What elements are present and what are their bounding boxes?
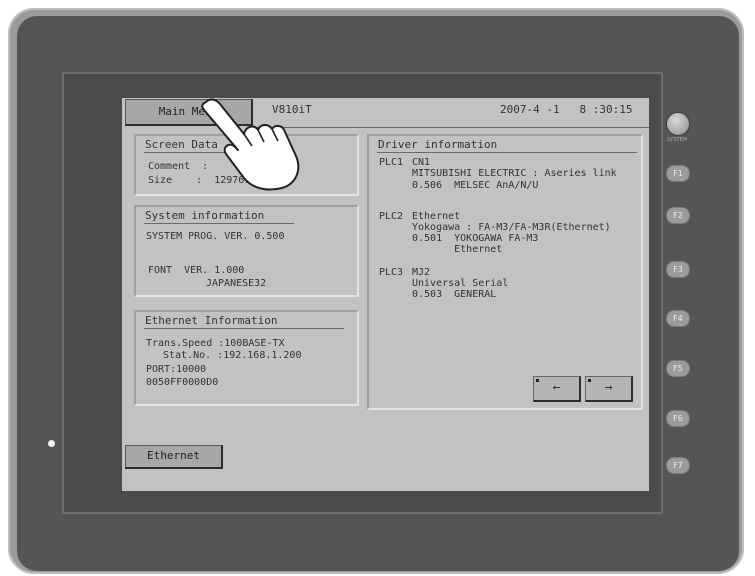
system-info-panel: System information SYSTEM PROG. VER. 0.5… [134, 205, 359, 297]
f3-key[interactable]: F3 [666, 261, 690, 278]
plc3-line: Universal Serial [412, 278, 509, 289]
plc1-port: CN1 [412, 157, 431, 168]
plc3-id: PLC3 [379, 267, 404, 278]
header-divider [254, 127, 649, 128]
plc3-line: 0.503 GENERAL [412, 289, 497, 300]
f5-key[interactable]: F5 [666, 360, 690, 377]
left-arrow-icon: ← [552, 380, 561, 395]
datetime-display: 2007-4 -1 8 :30:15 [500, 103, 633, 116]
right-arrow-icon: → [604, 380, 613, 395]
plc2-port: Ethernet [412, 211, 461, 222]
system-prog-version: SYSTEM PROG. VER. 0.500 [146, 231, 285, 242]
title-underline [144, 223, 294, 224]
font-name: JAPANESE32 [206, 278, 267, 289]
button-corner-mark [536, 379, 539, 382]
plc2-id: PLC2 [379, 211, 404, 222]
plc2-line: 0.501 YOKOGAWA FA-M3 [412, 233, 539, 244]
f7-key[interactable]: F7 [666, 457, 690, 474]
system-info-title: System information [145, 209, 265, 222]
system-button[interactable] [666, 112, 690, 136]
system-button-label: SYSTEM [667, 137, 687, 143]
f1-key[interactable]: F1 [666, 165, 690, 182]
f6-key[interactable]: F6 [666, 410, 690, 427]
button-corner-mark [588, 379, 591, 382]
plc1-line: MITSUBISHI ELECTRIC : Aseries link [412, 168, 617, 179]
plc2-line: Ethernet [412, 244, 503, 255]
prev-page-button[interactable]: ← [533, 376, 581, 402]
plc1-id: PLC1 [379, 157, 404, 168]
ethernet-button[interactable]: Ethernet [125, 445, 223, 469]
ethernet-info-title: Ethernet Information [145, 314, 278, 327]
port-number: PORT:10000 [146, 364, 207, 375]
ethernet-info-panel: Ethernet Information Trans.Speed :100BAS… [134, 310, 359, 406]
next-page-button[interactable]: → [585, 376, 633, 402]
station-address: Stat.No. :192.168.1.200 [163, 350, 302, 361]
f2-key[interactable]: F2 [666, 207, 690, 224]
status-led [48, 440, 55, 447]
pointing-hand-icon [201, 98, 300, 191]
driver-info-panel: Driver information PLC1 CN1 MITSUBISHI E… [367, 134, 643, 410]
plc3-port: MJ2 [412, 267, 431, 278]
mac-address: 0050FF0000D0 [146, 377, 219, 388]
font-version: FONT VER. 1.000 [148, 265, 245, 276]
trans-speed: Trans.Speed :100BASE-TX [146, 338, 285, 349]
driver-info-title: Driver information [378, 138, 498, 151]
plc1-line: 0.506 MELSEC AnA/N/U [412, 180, 539, 191]
title-underline [144, 328, 344, 329]
f4-key[interactable]: F4 [666, 310, 690, 327]
title-underline [377, 152, 637, 153]
plc2-line: Yokogawa : FA-M3/FA-M3R(Ethernet) [412, 222, 611, 233]
